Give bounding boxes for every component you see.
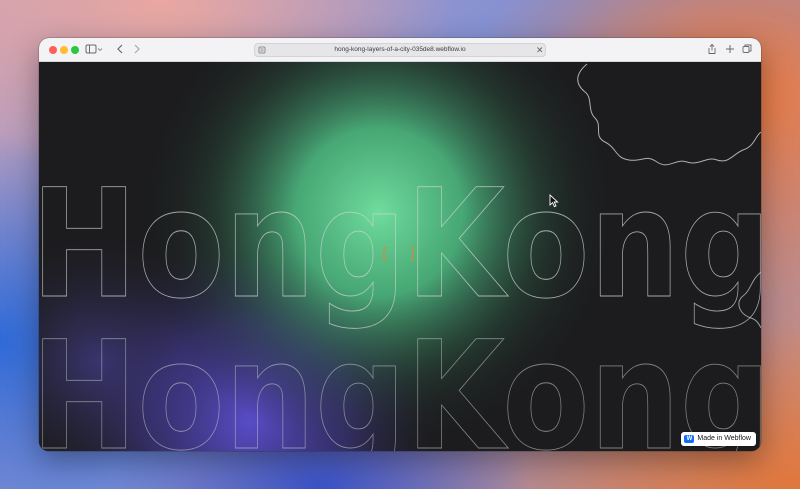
- zoom-window-button[interactable]: [71, 46, 79, 54]
- chevron-right-icon[interactable]: [133, 43, 141, 59]
- address-bar[interactable]: hong-kong-layers-of-a-city-035de8.webflo…: [254, 43, 546, 57]
- url-text: hong-kong-layers-of-a-city-035de8.webflo…: [334, 46, 466, 53]
- desktop-wallpaper: hong-kong-layers-of-a-city-035de8.webflo…: [0, 0, 800, 489]
- browser-window: hong-kong-layers-of-a-city-035de8.webflo…: [39, 38, 761, 451]
- share-icon[interactable]: [707, 43, 717, 59]
- sidebar-icon[interactable]: [85, 43, 103, 59]
- hero-graphic: HongKong HongKong: [39, 62, 761, 451]
- browser-toolbar: hong-kong-layers-of-a-city-035de8.webflo…: [39, 38, 761, 62]
- chevron-left-icon[interactable]: [116, 43, 124, 59]
- made-in-webflow-label: Made in Webflow: [697, 435, 751, 442]
- webpage-hero: HongKong HongKong W Made in Webflow: [39, 62, 761, 451]
- close-icon[interactable]: [536, 44, 544, 60]
- hero-title-line-2: HongKong: [39, 310, 761, 451]
- made-in-webflow-badge[interactable]: W Made in Webflow: [681, 432, 756, 446]
- hero-title-line-1: HongKong: [39, 158, 761, 332]
- tabs-overview-icon[interactable]: [742, 43, 752, 59]
- close-window-button[interactable]: [49, 46, 57, 54]
- plus-icon[interactable]: [725, 43, 735, 59]
- minimize-window-button[interactable]: [60, 46, 68, 54]
- webflow-logo-icon: W: [684, 435, 695, 443]
